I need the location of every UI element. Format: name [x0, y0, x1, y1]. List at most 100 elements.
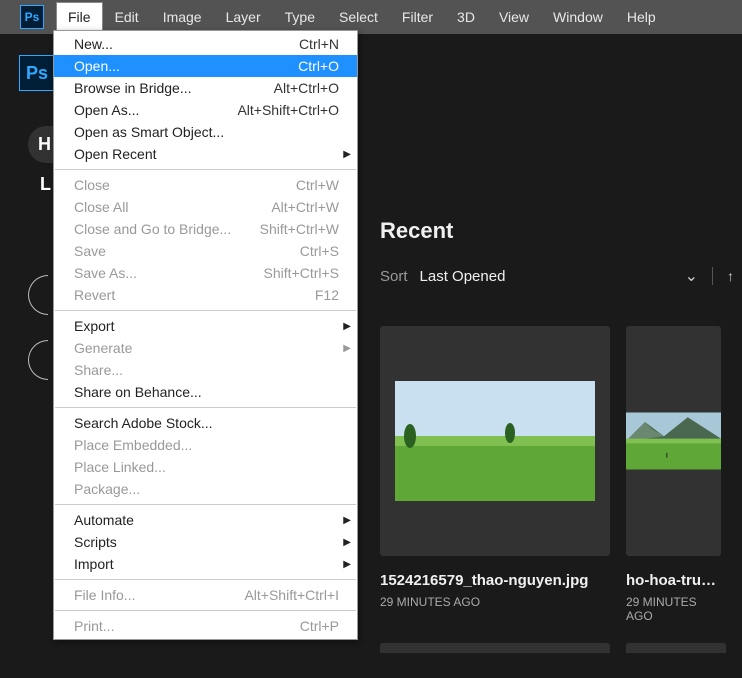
learn-letter: L	[40, 174, 51, 195]
menu-item-open-as-smart-object[interactable]: Open as Smart Object...	[54, 121, 357, 143]
thumbnail-image	[626, 326, 721, 556]
menu-item-close-and-go-to-bridge: Close and Go to Bridge... Shift+Ctrl+W	[54, 218, 357, 240]
menu-type[interactable]: Type	[273, 2, 327, 32]
menu-edit[interactable]: Edit	[103, 2, 151, 32]
menu-shortcut: Ctrl+P	[300, 618, 339, 634]
submenu-arrow-icon: ▶	[343, 343, 351, 354]
menu-item-new[interactable]: New...Ctrl+N	[54, 33, 357, 55]
menu-item-automate[interactable]: Automate ▶	[54, 509, 357, 531]
menu-item-label: Generate	[74, 340, 132, 356]
menu-shortcut: Alt+Ctrl+W	[271, 199, 339, 215]
menu-item-print: Print... Ctrl+P	[54, 615, 357, 637]
menu-item-open-as[interactable]: Open As... Alt+Shift+Ctrl+O	[54, 99, 357, 121]
thumbnail-time: 29 minutes ago	[380, 595, 610, 609]
menu-separator	[55, 579, 356, 580]
menu-item-label: Place Embedded...	[74, 437, 192, 453]
menu-separator	[55, 310, 356, 311]
recent-item[interactable]: 1524216579_thao-nguyen.jpg 29 minutes ago	[380, 326, 610, 623]
menu-shortcut: Ctrl+N	[299, 36, 339, 52]
menu-item-label: Share on Behance...	[74, 384, 202, 400]
menu-item-label: Open...	[74, 58, 120, 74]
app-icon: Ps	[20, 5, 44, 29]
thumbnail-time: 29 minutes ago	[626, 595, 721, 623]
recent-panel: Recent Sort Last Opened ⌄ ↑ 1524216579_t…	[380, 0, 742, 678]
submenu-arrow-icon: ▶	[343, 321, 351, 332]
submenu-arrow-icon: ▶	[343, 515, 351, 526]
menu-item-file-info: File Info... Alt+Shift+Ctrl+I	[54, 584, 357, 606]
menu-separator	[55, 504, 356, 505]
menu-item-share: Share...	[54, 359, 357, 381]
thumbnail-filename: ho-hoa-trung-d	[626, 572, 721, 589]
menu-item-label: Close	[74, 177, 110, 193]
menu-item-generate: Generate ▶	[54, 337, 357, 359]
menu-item-label: Place Linked...	[74, 459, 166, 475]
menu-item-share-on-behance[interactable]: Share on Behance...	[54, 381, 357, 403]
menu-item-label: Print...	[74, 618, 114, 634]
menu-item-label: Revert	[74, 287, 115, 303]
menu-file[interactable]: File	[56, 2, 103, 32]
menu-shortcut: F12	[315, 287, 339, 303]
chevron-down-icon[interactable]: ⌄	[685, 266, 698, 286]
thumbnail-filename: 1524216579_thao-nguyen.jpg	[380, 572, 610, 589]
menu-item-export[interactable]: Export ▶	[54, 315, 357, 337]
menu-shortcut: Alt+Shift+Ctrl+I	[244, 587, 339, 603]
recent-item[interactable]: ho-hoa-trung-d 29 minutes ago	[626, 326, 721, 623]
menu-item-search-adobe-stock[interactable]: Search Adobe Stock...	[54, 412, 357, 434]
menu-item-label: Save As...	[74, 265, 137, 281]
divider	[712, 267, 713, 285]
sort-value[interactable]: Last Opened	[420, 268, 506, 285]
menu-item-scripts[interactable]: Scripts ▶	[54, 531, 357, 553]
menu-item-label: Browse in Bridge...	[74, 80, 192, 96]
thumb-placeholder	[626, 643, 726, 653]
menu-item-label: Export	[74, 318, 114, 334]
menu-item-close: Close Ctrl+W	[54, 174, 357, 196]
menu-item-label: Open As...	[74, 102, 139, 118]
submenu-arrow-icon: ▶	[343, 149, 351, 160]
thumb-placeholder	[380, 643, 610, 653]
menu-item-open-recent[interactable]: Open Recent ▶	[54, 143, 357, 165]
menu-item-place-linked: Place Linked...	[54, 456, 357, 478]
menu-item-label: Scripts	[74, 534, 117, 550]
menu-item-browse-in-bridge[interactable]: Browse in Bridge... Alt+Ctrl+O	[54, 77, 357, 99]
menu-item-label: Search Adobe Stock...	[74, 415, 213, 431]
menu-item-import[interactable]: Import ▶	[54, 553, 357, 575]
menu-item-save: Save Ctrl+S	[54, 240, 357, 262]
thumbnail-image	[380, 326, 610, 556]
recent-thumbnails: 1524216579_thao-nguyen.jpg 29 minutes ago…	[380, 326, 742, 623]
sort-row: Sort Last Opened ⌄ ↑	[380, 266, 742, 286]
sort-direction-icon[interactable]: ↑	[727, 268, 734, 284]
menu-separator	[55, 407, 356, 408]
menu-item-label: Close All	[74, 199, 128, 215]
menu-item-close-all: Close All Alt+Ctrl+W	[54, 196, 357, 218]
menu-item-save-as: Save As... Shift+Ctrl+S	[54, 262, 357, 284]
submenu-arrow-icon: ▶	[343, 559, 351, 570]
menu-shortcut: Ctrl+W	[296, 177, 339, 193]
menu-item-label: Open Recent	[74, 146, 157, 162]
round-button-2[interactable]	[28, 340, 48, 380]
app-badge: Ps	[19, 55, 55, 91]
menu-image[interactable]: Image	[151, 2, 214, 32]
menu-item-label: Package...	[74, 481, 140, 497]
file-menu-dropdown: New...Ctrl+N Open... Ctrl+O Browse in Bridg…	[53, 30, 358, 640]
menu-shortcut: Alt+Ctrl+O	[274, 80, 339, 96]
submenu-arrow-icon: ▶	[343, 537, 351, 548]
menu-shortcut: Ctrl+S	[300, 243, 339, 259]
menu-item-label: Import	[74, 556, 114, 572]
menu-shortcut: Shift+Ctrl+W	[260, 221, 339, 237]
menu-item-label: Automate	[74, 512, 134, 528]
menu-item-label: Close and Go to Bridge...	[74, 221, 231, 237]
menu-item-label: File Info...	[74, 587, 135, 603]
menu-item-open[interactable]: Open... Ctrl+O	[54, 55, 357, 77]
menu-separator	[55, 169, 356, 170]
menu-layer[interactable]: Layer	[214, 2, 273, 32]
menu-item-label: Open as Smart Object...	[74, 124, 224, 140]
menu-item-label: Save	[74, 243, 106, 259]
round-button-1[interactable]	[28, 275, 48, 315]
menu-item-label: Share...	[74, 362, 123, 378]
menu-shortcut: Alt+Shift+Ctrl+O	[237, 102, 339, 118]
menu-shortcut: Ctrl+O	[298, 58, 339, 74]
recent-title: Recent	[380, 218, 742, 244]
menu-item-revert: Revert F12	[54, 284, 357, 306]
menu-shortcut: Shift+Ctrl+S	[264, 265, 339, 281]
sort-label: Sort	[380, 268, 408, 285]
